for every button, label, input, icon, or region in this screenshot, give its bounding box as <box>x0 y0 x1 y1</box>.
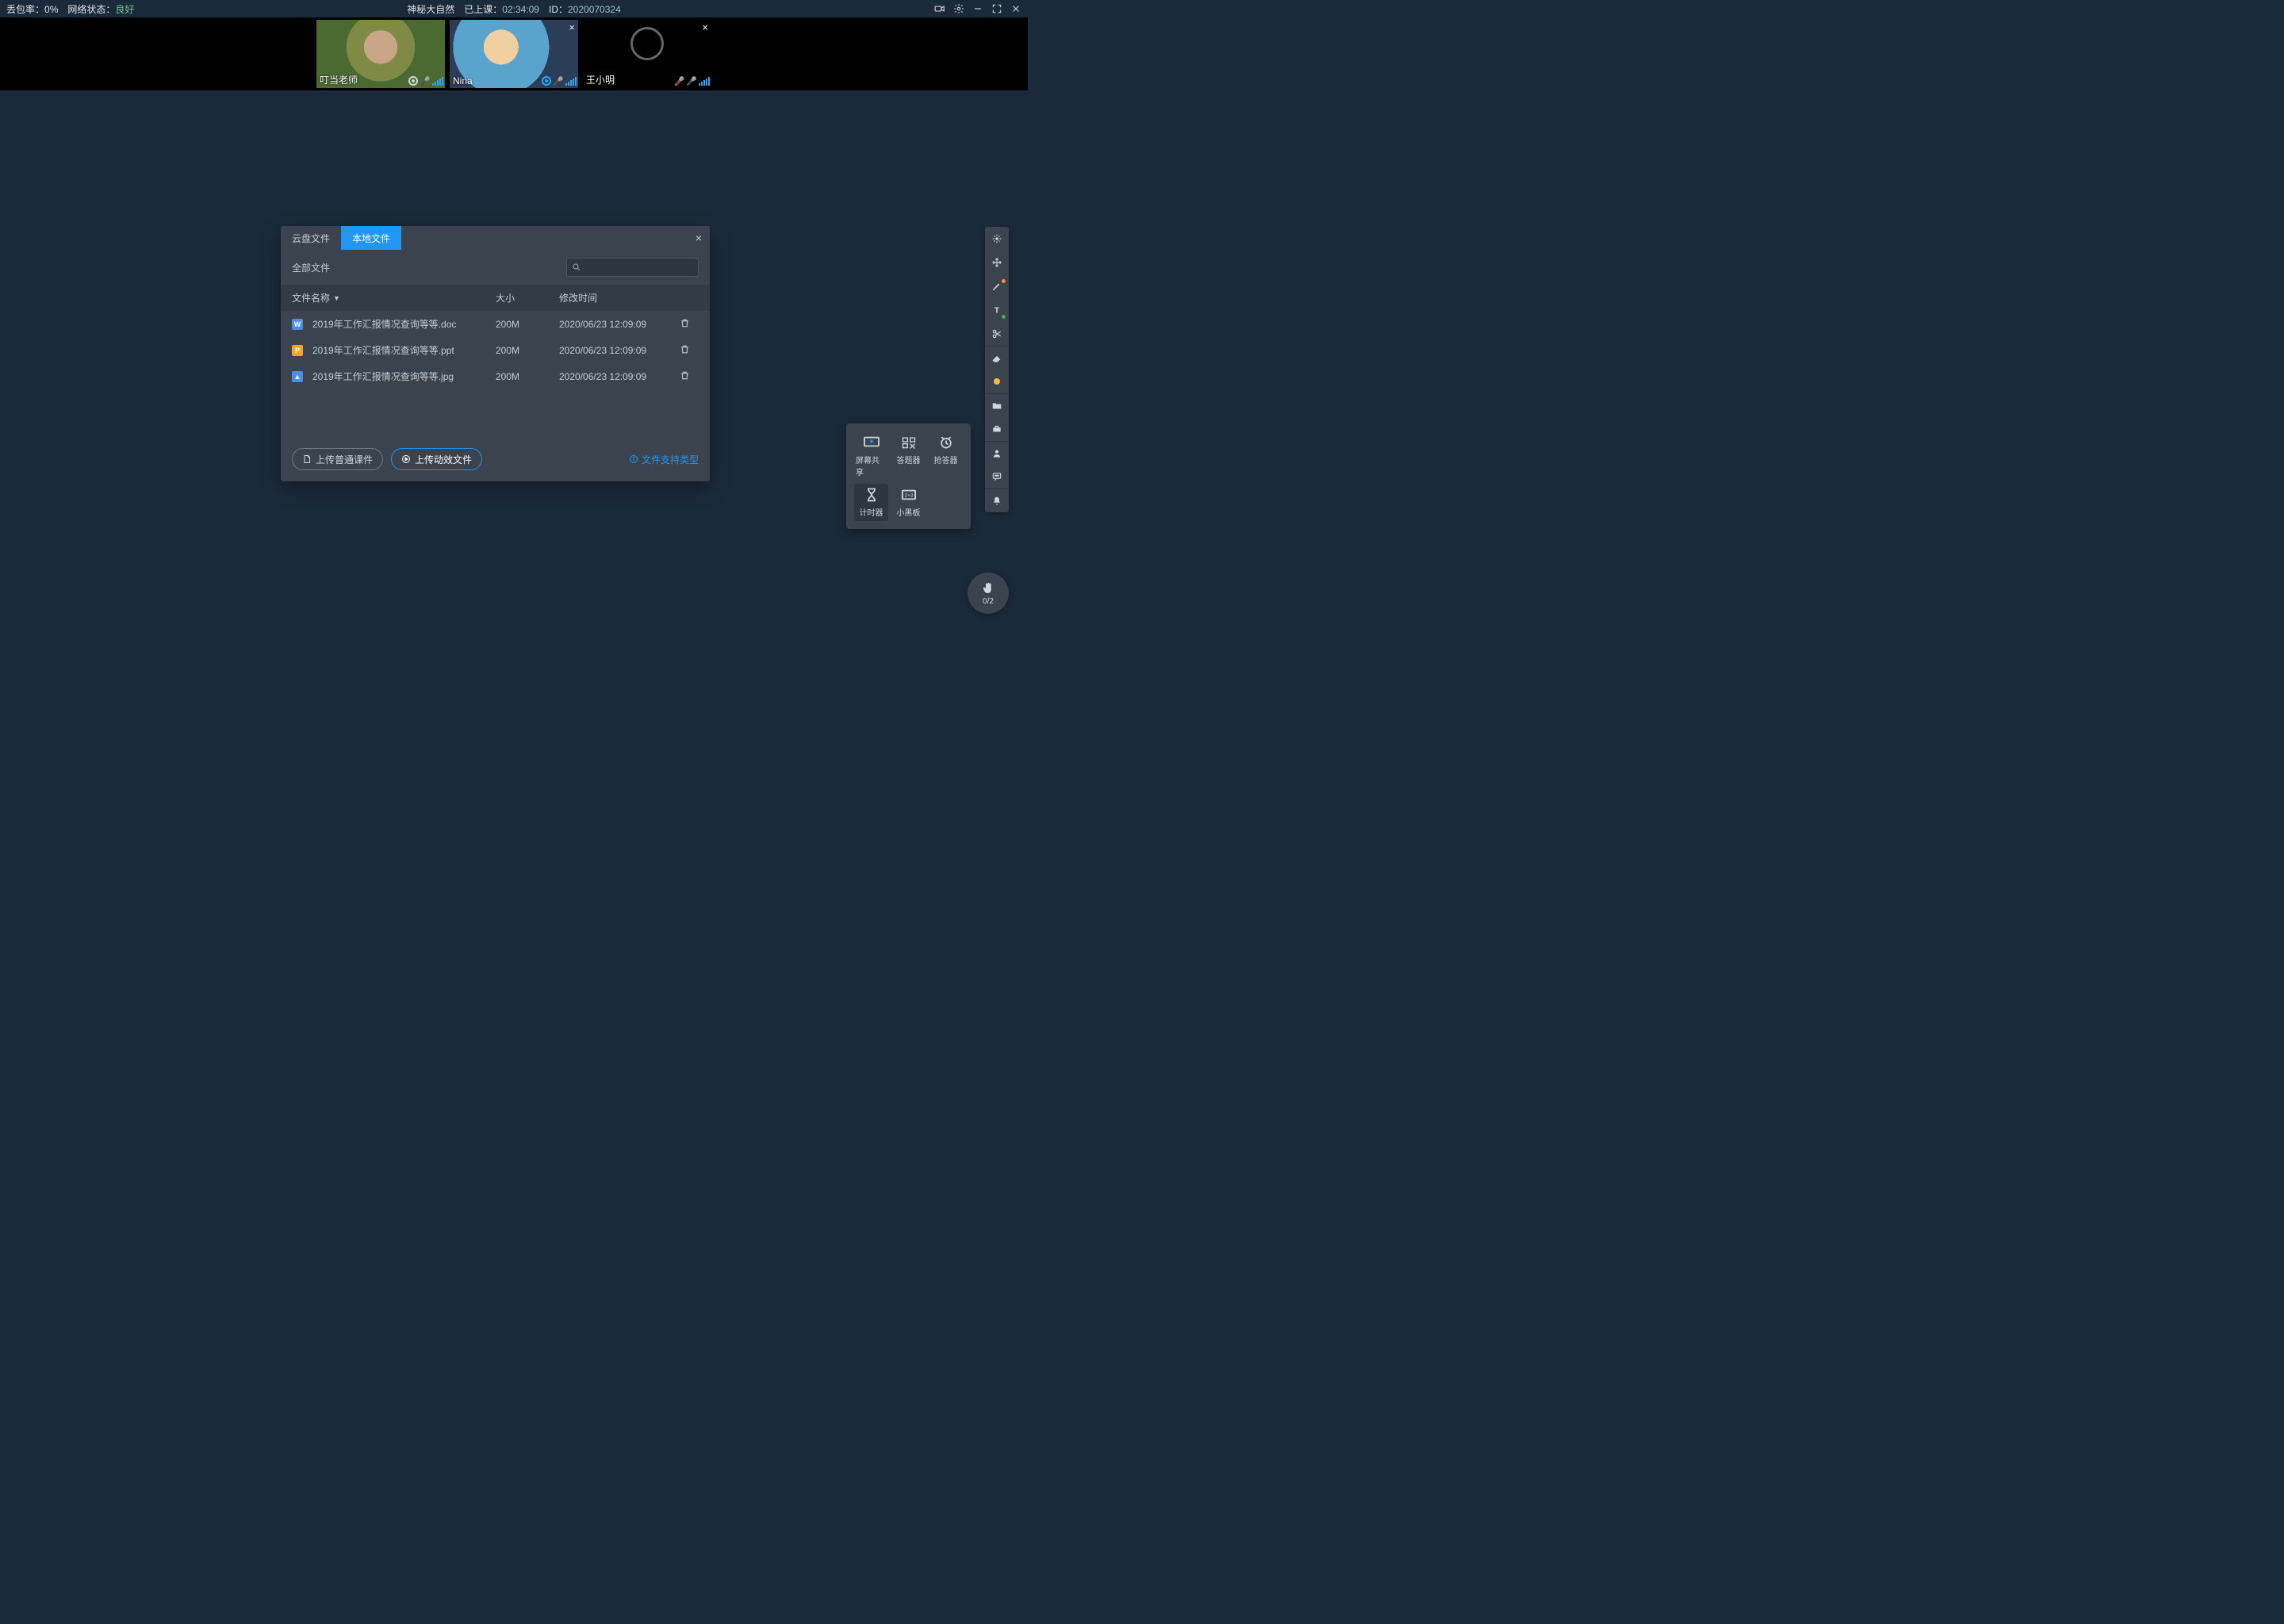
file-list: W2019年工作汇报情况查询等等.doc 200M 2020/06/23 12:… <box>281 311 710 389</box>
alarm-icon <box>938 435 954 450</box>
file-size: 200M <box>496 319 559 330</box>
mic-icon[interactable]: 🎤 <box>686 76 697 86</box>
modal-close-icon[interactable]: × <box>696 232 702 244</box>
answer-icon <box>901 435 917 450</box>
screen-share-button[interactable]: 屏幕共享 <box>854 431 888 481</box>
file-time: 2020/06/23 12:09:09 <box>559 319 680 330</box>
buzzer-button[interactable]: 抢答器 <box>929 431 963 481</box>
pen-color-indicator <box>1002 279 1006 283</box>
svg-text:T: T <box>994 306 1000 316</box>
file-time: 2020/06/23 12:09:09 <box>559 345 680 356</box>
mic-icon[interactable]: 🎤 <box>553 76 564 86</box>
delete-file-icon[interactable] <box>680 318 699 331</box>
file-type-doc-icon: W <box>292 319 303 330</box>
tile-close-icon[interactable]: × <box>702 21 708 33</box>
toolbox-tool[interactable] <box>985 417 1009 441</box>
file-type-image-icon: ▲ <box>292 371 303 382</box>
svg-text:2+3: 2+3 <box>904 493 913 499</box>
hand-icon <box>981 581 995 596</box>
mini-blackboard-button[interactable]: 2+3 小黑板 <box>891 484 925 521</box>
scissors-tool[interactable] <box>985 322 1009 346</box>
upload-animated-button[interactable]: 上传动效文件 <box>391 448 482 470</box>
eraser-tool[interactable] <box>985 346 1009 370</box>
search-input[interactable] <box>566 258 699 277</box>
participant-name: 王小明 <box>586 73 615 86</box>
file-row[interactable]: W2019年工作汇报情况查询等等.doc 200M 2020/06/23 12:… <box>281 311 710 337</box>
raise-hand-button[interactable]: 0/2 <box>968 573 1009 614</box>
tile-close-icon[interactable]: × <box>569 21 575 33</box>
users-tool[interactable] <box>985 441 1009 465</box>
answer-tool-button[interactable]: 答题器 <box>891 431 925 481</box>
signal-icon <box>699 76 710 86</box>
move-tool[interactable] <box>985 251 1009 274</box>
screen-share-icon <box>863 435 880 450</box>
settings-icon[interactable] <box>953 3 964 14</box>
room-id: ID：2020070324 <box>549 2 621 16</box>
supported-file-types-link[interactable]: 文件支持类型 <box>629 453 699 466</box>
text-color-indicator <box>1002 315 1006 319</box>
column-header-size[interactable]: 大小 <box>496 291 559 304</box>
text-tool[interactable]: T <box>985 298 1009 322</box>
file-row[interactable]: P2019年工作汇报情况查询等等.ppt 200M 2020/06/23 12:… <box>281 337 710 363</box>
file-row[interactable]: ▲2019年工作汇报情况查询等等.jpg 200M 2020/06/23 12:… <box>281 363 710 389</box>
participant-video-strip: 叮当老师 🎤 × Nina 🎤 × 王小明 🎤 🎤 <box>0 17 1028 90</box>
participant-name: Nina <box>453 75 473 86</box>
file-size: 200M <box>496 371 559 382</box>
right-toolbar: T <box>985 227 1009 512</box>
teaching-tools-popup: 屏幕共享 答题器 抢答器 计时器 2+3 小黑板 <box>846 423 971 529</box>
hourglass-icon <box>864 487 879 503</box>
maximize-icon[interactable] <box>991 3 1002 14</box>
packet-loss: 丢包率：0% <box>6 2 58 16</box>
color-swatch-icon <box>994 378 1000 385</box>
mic-icon[interactable]: 🎤 <box>420 76 431 86</box>
pen-tool[interactable] <box>985 274 1009 298</box>
close-window-icon[interactable] <box>1010 3 1021 14</box>
participant-name: 叮当老师 <box>320 73 358 86</box>
document-icon <box>302 454 312 464</box>
file-time: 2020/06/23 12:09:09 <box>559 371 680 382</box>
column-header-time[interactable]: 修改时间 <box>559 291 680 304</box>
timer-button[interactable]: 计时器 <box>854 484 888 521</box>
sort-desc-icon: ▼ <box>333 294 340 302</box>
column-header-name[interactable]: 文件名称▼ <box>292 291 496 304</box>
file-size: 200M <box>496 345 559 356</box>
file-browser-modal: 云盘文件 本地文件 × 全部文件 文件名称▼ 大小 修改时间 W2019年工作汇… <box>281 226 710 481</box>
pin-icon[interactable] <box>408 76 418 86</box>
participant-tile[interactable]: × Nina 🎤 <box>450 20 578 88</box>
upload-normal-button[interactable]: 上传普通课件 <box>292 448 383 470</box>
delete-file-icon[interactable] <box>680 370 699 383</box>
file-type-ppt-icon: P <box>292 345 303 356</box>
participant-tile[interactable]: 叮当老师 🎤 <box>316 20 445 88</box>
pin-icon[interactable] <box>542 76 551 86</box>
folder-tool[interactable] <box>985 393 1009 417</box>
pointer-tool[interactable] <box>985 227 1009 251</box>
elapsed: 已上课：02:34:09 <box>464 2 539 16</box>
search-icon <box>572 262 581 272</box>
participant-tile[interactable]: × 王小明 🎤 🎤 <box>583 20 711 88</box>
bell-tool[interactable] <box>985 488 1009 512</box>
signal-icon <box>432 76 443 86</box>
minimize-icon[interactable] <box>972 3 983 14</box>
mic-muted-icon[interactable]: 🎤 <box>674 76 685 86</box>
chat-tool[interactable] <box>985 465 1009 488</box>
play-circle-icon <box>401 454 411 464</box>
delete-file-icon[interactable] <box>680 344 699 357</box>
filter-all-files[interactable]: 全部文件 <box>292 261 330 274</box>
network-status: 网络状态：良好 <box>67 2 134 16</box>
camera-toggle-icon[interactable] <box>934 3 945 14</box>
signal-icon <box>565 76 577 86</box>
tab-local-files[interactable]: 本地文件 <box>341 226 401 250</box>
color-tool[interactable] <box>985 370 1009 393</box>
tab-cloud-files[interactable]: 云盘文件 <box>281 226 341 250</box>
raise-hand-count: 0/2 <box>983 597 994 606</box>
blackboard-icon: 2+3 <box>900 488 918 502</box>
info-icon <box>629 454 638 464</box>
course-title: 神秘大自然 <box>407 2 454 16</box>
